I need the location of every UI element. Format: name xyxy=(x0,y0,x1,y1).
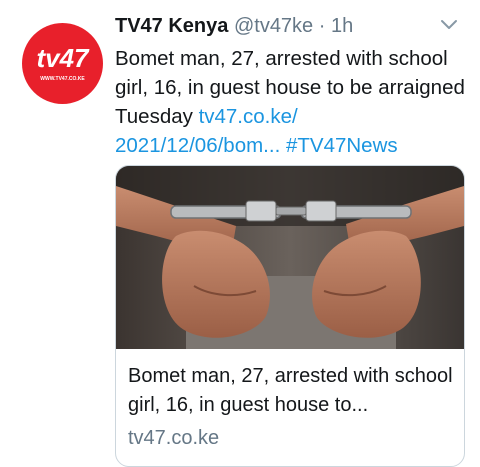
separator: · xyxy=(318,15,326,37)
link-card[interactable]: Bomet man, 27, arrested with school girl… xyxy=(115,165,465,467)
handle[interactable]: @tv47ke xyxy=(234,15,313,37)
avatar-logo-text: tv47 xyxy=(36,43,90,73)
tweet-link-line1[interactable]: tv47.co.ke/ xyxy=(199,105,298,128)
card-image xyxy=(116,166,464,349)
chevron-down-icon[interactable] xyxy=(439,17,459,33)
tweet-text: Bomet man, 27, arrested with school girl… xyxy=(115,44,465,160)
display-name[interactable]: TV47 Kenya xyxy=(115,15,228,37)
card-domain: tv47.co.ke xyxy=(128,427,220,449)
tweet-header: TV47 Kenya @tv47ke · 1h xyxy=(115,11,353,41)
card-title[interactable]: Bomet man, 27, arrested with school girl… xyxy=(128,362,458,420)
timestamp[interactable]: 1h xyxy=(331,15,353,37)
tweet-link-line2[interactable]: 2021/12/06/bom... xyxy=(115,134,280,157)
tv47-logo: tv47 WWW.TV47.CO.KE xyxy=(36,43,90,82)
avatar[interactable]: tv47 WWW.TV47.CO.KE xyxy=(22,23,103,104)
avatar-url-text: WWW.TV47.CO.KE xyxy=(40,76,85,82)
hashtag[interactable]: #TV47News xyxy=(286,134,398,157)
